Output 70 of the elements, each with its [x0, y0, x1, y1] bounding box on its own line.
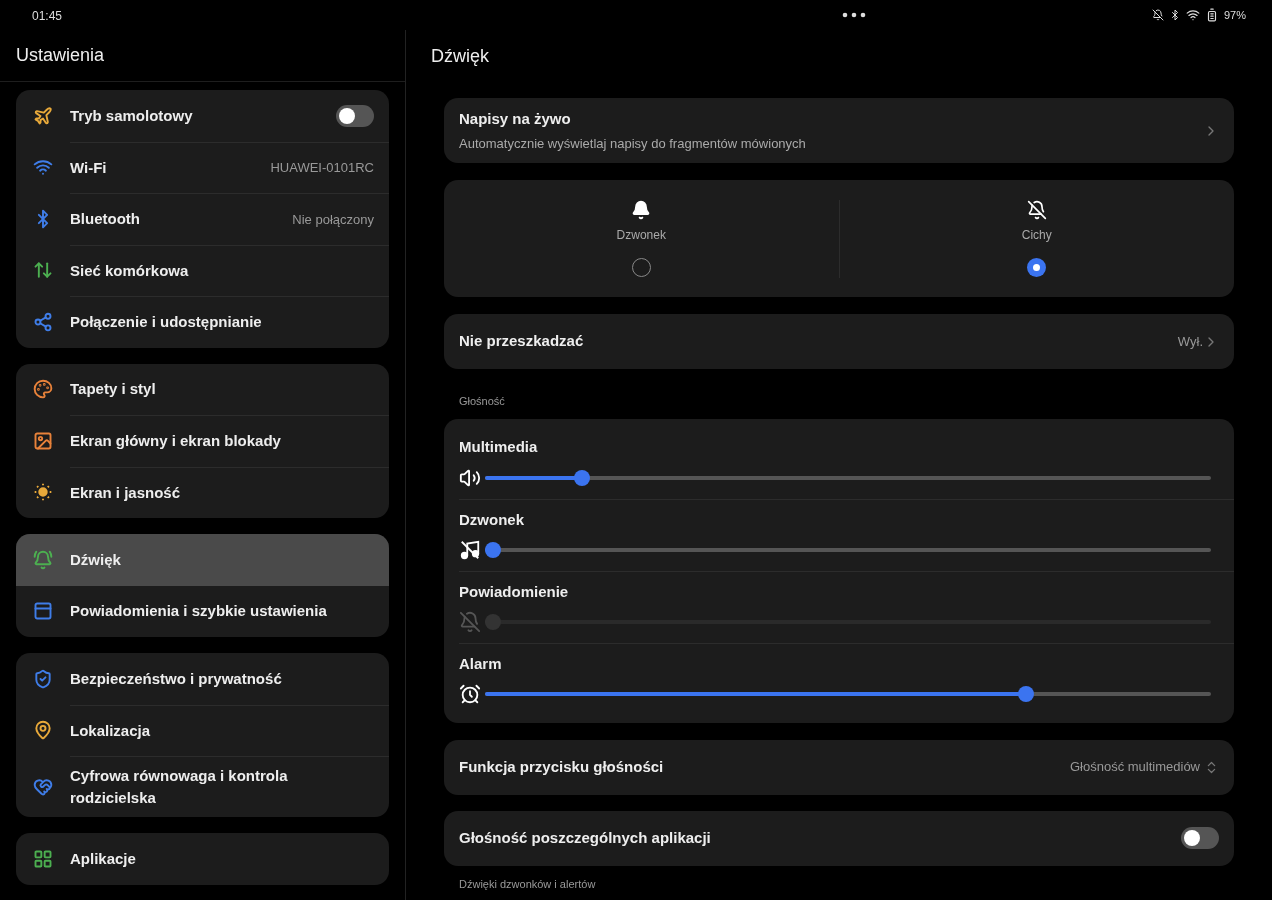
- per-app-volume-row[interactable]: Głośność poszczególnych aplikacji: [444, 810, 1234, 866]
- item-label: Bluetooth: [70, 209, 141, 230]
- card-subtitle: Automatycznie wyświetlaj napisy do fragmentów mówionych: [459, 134, 807, 153]
- item-label: Aplikacje: [70, 848, 137, 869]
- muted-note-icon: [459, 539, 481, 562]
- clock-time: 01:45: [32, 9, 63, 23]
- mode-label: Dzwonek: [616, 227, 666, 244]
- sidebar-item[interactable]: Dźwięk: [16, 534, 389, 586]
- bell-off-icon: [459, 611, 481, 634]
- item-label: Dźwięk: [70, 549, 122, 570]
- item-label: Bezpieczeństwo i prywatność: [70, 668, 283, 689]
- item-label: Tryb samolotowy: [70, 105, 194, 126]
- slider-thumb[interactable]: [485, 542, 501, 559]
- item-label: Wi-Fi: [70, 157, 108, 178]
- slider-label: Dzwonek: [459, 509, 525, 530]
- do-not-disturb-row[interactable]: Nie przeszkadzać Wył.: [444, 314, 1234, 369]
- item-label: Tapety i styl: [70, 379, 157, 400]
- row-value: Głośność multimediów: [1069, 758, 1200, 777]
- more-dots-icon[interactable]: [842, 12, 866, 18]
- volume-slider[interactable]: [485, 686, 1211, 703]
- battery-percent: 97%: [1223, 7, 1246, 23]
- item-label: Ekran i jasność: [70, 482, 182, 503]
- toggle-switch[interactable]: [1181, 827, 1219, 849]
- volume-slider[interactable]: [485, 469, 1211, 486]
- slider-label: Multimedia: [459, 437, 539, 458]
- row-label: Głośność poszczególnych aplikacji: [459, 827, 712, 848]
- sidebar-item[interactable]: Połączenie i udostępnianie: [16, 296, 389, 348]
- live-captions-card[interactable]: Napisy na żywo Automatycznie wyświetlaj napisy do fragmentów mówionych: [444, 98, 1234, 163]
- slider-label: Alarm: [459, 653, 503, 674]
- sidebar-item[interactable]: Tapety i styl: [16, 363, 389, 415]
- item-label: Połączenie i udostępnianie: [70, 312, 263, 333]
- item-value: HUAWEI-0101RC: [270, 159, 374, 177]
- sidebar-item[interactable]: Aplikacje: [16, 833, 389, 885]
- slider-thumb[interactable]: [1017, 686, 1034, 703]
- radio-button[interactable]: [1027, 258, 1047, 277]
- sidebar-item[interactable]: Cyfrowa równowaga i kontrola rodzicielska: [16, 756, 389, 817]
- bell-icon: [631, 200, 652, 220]
- toggle-switch[interactable]: [336, 104, 374, 127]
- sidebar-item[interactable]: Tryb samolotowy: [16, 90, 389, 142]
- page-title: Dźwięk: [431, 44, 489, 68]
- volume-button-row[interactable]: Funkcja przycisku głośności Głośność multimediów: [444, 739, 1234, 795]
- section-label: Dźwięki dzwonków i alertów: [459, 877, 597, 891]
- sidebar-item[interactable]: Sieć komórkowa: [16, 244, 389, 296]
- sidebar-item[interactable]: Bluetooth Nie połączony: [16, 193, 389, 245]
- item-value: Nie połączony: [292, 210, 374, 229]
- bell-off-icon: [1151, 9, 1164, 21]
- bell-off-icon: [1026, 200, 1047, 220]
- sidebar-item[interactable]: Bezpieczeństwo i prywatność: [16, 653, 389, 705]
- sidebar-item[interactable]: Powiadomienia i szybkie ustawienia: [16, 585, 389, 637]
- alarm-clock-icon: [459, 683, 481, 706]
- sidebar-item[interactable]: Wi-Fi HUAWEI-0101RC: [16, 141, 389, 193]
- sidebar-title: Ustawienia: [16, 44, 105, 67]
- wifi-icon: [1185, 8, 1200, 22]
- sidebar-item[interactable]: Lokalizacja: [16, 704, 389, 756]
- slider-label: Powiadomienie: [459, 581, 570, 602]
- sidebar-item[interactable]: Ekran główny i ekran blokady: [16, 415, 389, 467]
- item-label: Powiadomienia i szybkie ustawienia: [70, 601, 328, 622]
- item-label: Sieć komórkowa: [70, 260, 190, 281]
- sidebar-item[interactable]: Ekran i jasność: [16, 466, 389, 518]
- row-label: Nie przeszkadzać: [459, 331, 585, 352]
- section-label: Głośność: [459, 394, 506, 409]
- item-label: Cyfrowa równowaga i kontrola rodzicielska: [70, 766, 289, 808]
- item-label: Ekran główny i ekran blokady: [70, 431, 282, 452]
- mode-label: Cichy: [1021, 227, 1052, 244]
- row-value: Wył.: [1177, 332, 1203, 351]
- slider-thumb[interactable]: [574, 469, 591, 486]
- card-title: Napisy na żywo: [459, 109, 572, 129]
- item-label: Lokalizacja: [70, 720, 152, 741]
- row-label: Funkcja przycisku głośności: [459, 756, 665, 777]
- volume-slider[interactable]: [485, 542, 1211, 559]
